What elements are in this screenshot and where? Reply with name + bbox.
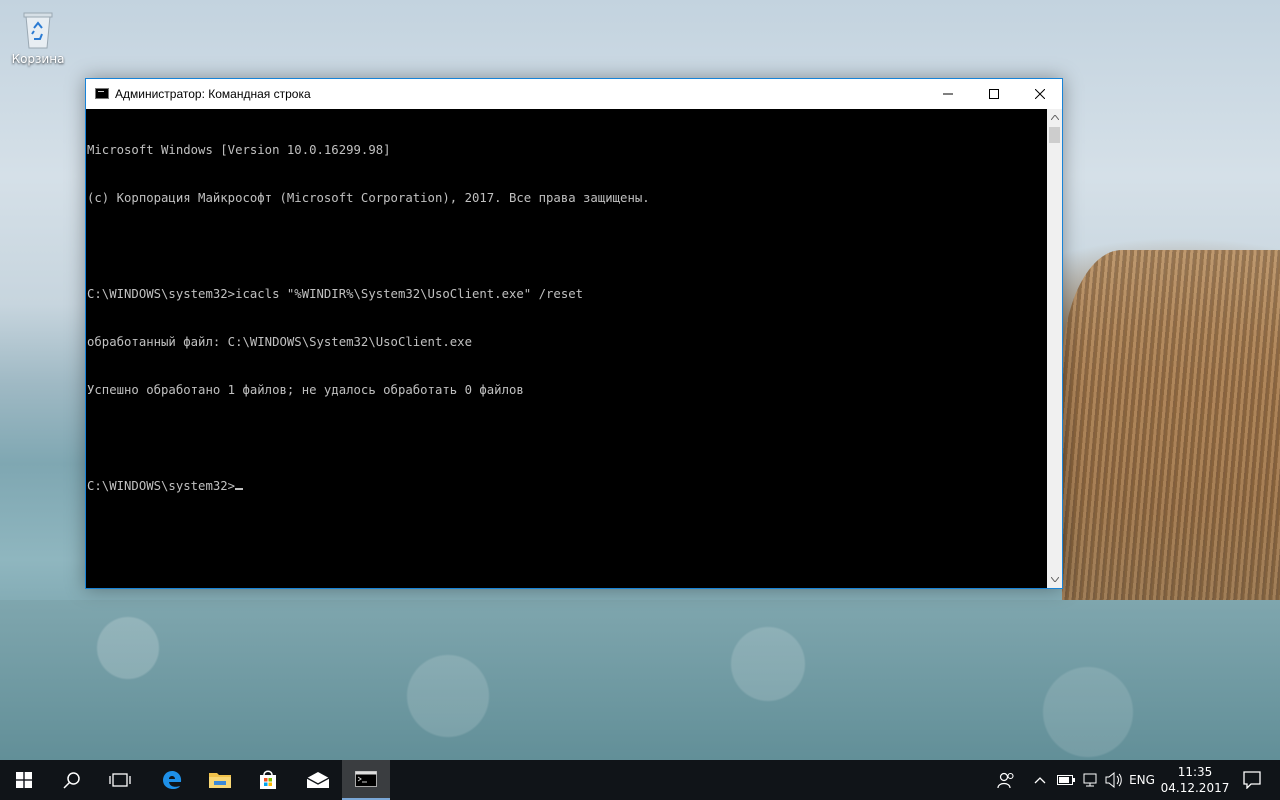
console-line: C:\WINDOWS\system32>icacls "%WINDIR%\Sys… (87, 287, 584, 301)
cmd-app-icon (95, 88, 109, 99)
desktop-icon-recycle-bin[interactable]: Корзина (8, 6, 68, 76)
cmd-window[interactable]: Администратор: Командная строка Microsof… (85, 78, 1063, 589)
start-button[interactable] (0, 760, 48, 800)
close-icon (1035, 89, 1045, 99)
taskbar: ENG 11:35 04.12.2017 (0, 760, 1280, 800)
maximize-icon (989, 89, 999, 99)
console-prompt: C:\WINDOWS\system32> (87, 479, 236, 493)
title-bar[interactable]: Администратор: Командная строка (86, 79, 1062, 109)
taskbar-file-explorer[interactable] (196, 760, 244, 800)
minimize-button[interactable] (925, 79, 971, 109)
console-line: (c) Корпорация Майкрософт (Microsoft Cor… (87, 191, 650, 205)
console-line: Microsoft Windows [Version 10.0.16299.98… (87, 143, 391, 157)
chevron-up-icon (1034, 777, 1046, 784)
console-line: обработанный файл: C:\WINDOWS\System32\U… (87, 335, 472, 349)
taskbar-cmd[interactable] (342, 760, 390, 800)
notification-icon (1243, 771, 1261, 789)
taskbar-mail[interactable] (294, 760, 342, 800)
action-center-button[interactable] (1232, 760, 1272, 800)
search-button[interactable] (48, 760, 96, 800)
task-view-icon (109, 773, 131, 787)
console-prompt-line: C:\WINDOWS\system32> (87, 478, 1047, 494)
minimize-icon (943, 93, 953, 95)
store-icon (260, 770, 276, 789)
scroll-thumb[interactable] (1049, 127, 1060, 143)
search-icon (63, 772, 80, 789)
clock[interactable]: 11:35 04.12.2017 (1160, 764, 1230, 796)
reeds-background (1062, 250, 1280, 610)
volume-icon (1105, 772, 1122, 788)
volume-button[interactable] (1104, 760, 1124, 800)
ice-background (0, 600, 1280, 760)
recycle-bin-icon (20, 10, 56, 50)
start-icon (16, 772, 32, 788)
input-language-button[interactable]: ENG (1126, 760, 1158, 800)
chevron-down-icon (1050, 577, 1059, 582)
battery-icon (1057, 775, 1075, 785)
battery-button[interactable] (1056, 760, 1076, 800)
close-button[interactable] (1017, 79, 1063, 109)
scroll-down-button[interactable] (1047, 571, 1062, 588)
task-view-button[interactable] (96, 760, 144, 800)
file-explorer-icon (209, 773, 231, 788)
taskbar-edge[interactable] (148, 760, 196, 800)
input-language: ENG (1129, 773, 1155, 787)
network-icon (1083, 773, 1097, 787)
clock-date: 04.12.2017 (1160, 781, 1230, 795)
console-output[interactable]: Microsoft Windows [Version 10.0.16299.98… (86, 109, 1047, 588)
window-title: Администратор: Командная строка (115, 87, 311, 101)
text-cursor (235, 488, 244, 490)
chevron-up-icon (1050, 115, 1059, 120)
mail-icon (306, 772, 330, 788)
console-line: Успешно обработано 1 файлов; не удалось … (87, 383, 524, 397)
edge-icon (163, 771, 182, 789)
vertical-scrollbar[interactable] (1047, 109, 1062, 588)
clock-time: 11:35 (1177, 765, 1213, 779)
people-button[interactable] (994, 760, 1018, 800)
taskbar-store[interactable] (244, 760, 292, 800)
scroll-up-button[interactable] (1047, 109, 1062, 126)
people-icon (997, 772, 1014, 789)
desktop: Корзина Администратор: Командная строка … (0, 0, 1280, 760)
network-button[interactable] (1080, 760, 1100, 800)
cmd-icon (355, 771, 377, 787)
recycle-bin-label: Корзина (11, 52, 65, 66)
maximize-button[interactable] (971, 79, 1017, 109)
show-hidden-icons-button[interactable] (1030, 760, 1050, 800)
